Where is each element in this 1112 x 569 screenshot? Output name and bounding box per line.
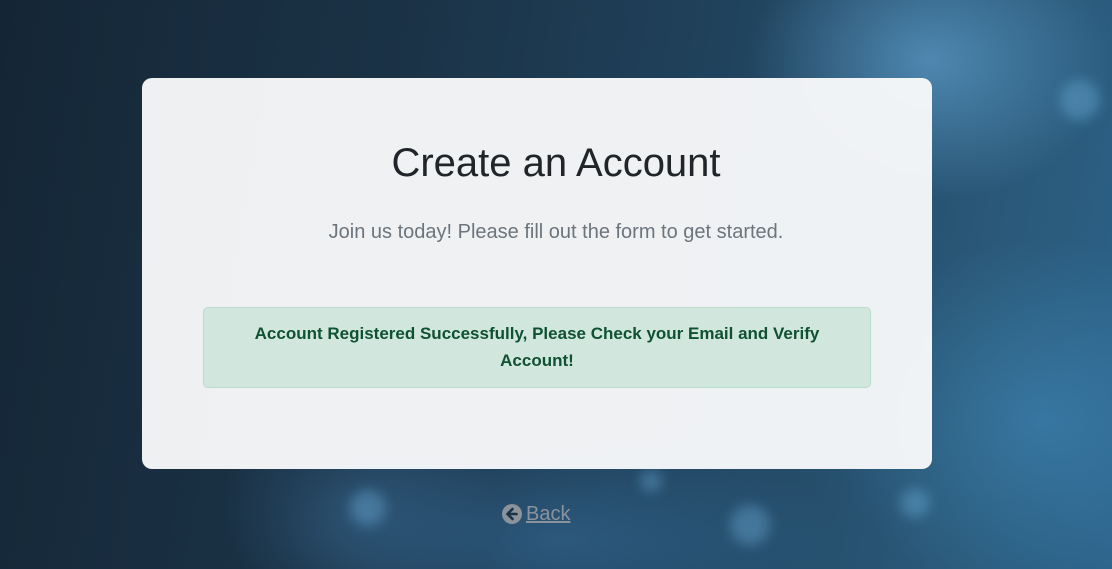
success-alert-message: Account Registered Successfully, Please … bbox=[254, 324, 820, 370]
arrow-circle-left-icon bbox=[502, 504, 522, 524]
back-link[interactable]: Back bbox=[502, 502, 570, 526]
background-bokeh bbox=[350, 490, 386, 526]
background-bokeh bbox=[730, 505, 770, 545]
back-link-label: Back bbox=[526, 502, 571, 525]
background-bokeh bbox=[1060, 80, 1100, 120]
success-alert: Account Registered Successfully, Please … bbox=[203, 307, 871, 388]
page-subtitle: Join us today! Please fill out the form … bbox=[328, 221, 784, 243]
background-bokeh bbox=[640, 470, 662, 492]
registration-card bbox=[142, 78, 932, 469]
background-bokeh bbox=[900, 488, 930, 518]
page-title: Create an Account bbox=[391, 141, 721, 185]
